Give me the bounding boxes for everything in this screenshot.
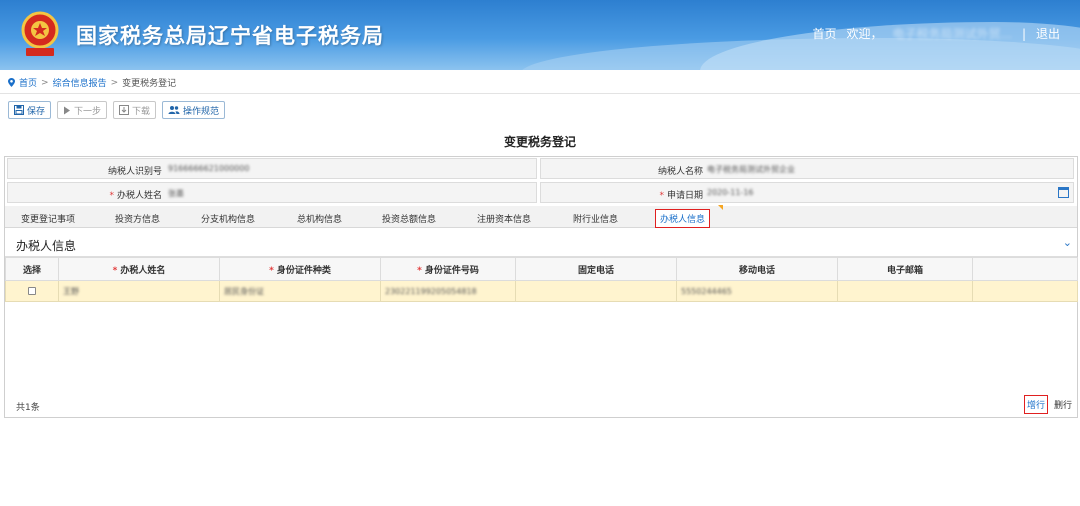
tab-change-items[interactable]: 变更登记事项 — [21, 212, 75, 225]
tab-registered-capital[interactable]: 注册资本信息 — [477, 212, 531, 225]
download-button[interactable]: 下载 — [113, 101, 157, 119]
column-header: 选择 — [5, 257, 59, 281]
tab-bar: 变更登记事项 投资方信息 分支机构信息 总机构信息 投资总额信息 注册资本信息 … — [5, 206, 1077, 228]
taxpayer-name-value: 电子税务局测试外贸企业 — [707, 165, 795, 174]
guide-label: 操作规范 — [183, 106, 220, 117]
users-icon — [168, 106, 180, 114]
table-cell[interactable] — [515, 280, 677, 302]
breadcrumb-separator: > — [41, 77, 49, 88]
table-row[interactable]: 王野 居民身份证 230221199205054818 5550244465 — [5, 280, 1078, 302]
column-header: * 办税人姓名 — [58, 257, 220, 281]
breadcrumb: 首页 > 综合信息报告 > 变更税务登记 — [8, 76, 176, 89]
table-cell[interactable] — [972, 280, 1078, 302]
breadcrumb-section[interactable]: 综合信息报告 — [53, 76, 107, 89]
column-header: * 身份证件种类 — [219, 257, 381, 281]
save-button[interactable]: 保存 — [8, 101, 52, 119]
tab-head-office[interactable]: 总机构信息 — [297, 212, 342, 225]
user-name: 电子税务局测试外贸... — [892, 27, 1012, 41]
collapse-chevron-icon[interactable]: ⌄ — [1063, 236, 1072, 249]
column-header: 电子邮箱 — [837, 257, 973, 281]
welcome-text: 欢迎， — [846, 27, 883, 41]
column-header: * 身份证件号码 — [380, 257, 516, 281]
play-icon — [64, 106, 71, 114]
agent-name-label: * 办税人姓名 — [109, 191, 162, 201]
agent-name-value: 张墨 — [168, 189, 184, 198]
column-header — [972, 257, 1078, 281]
apply-date-value: 2020-11-16 — [707, 188, 754, 197]
table-cell[interactable]: 230221199205054818 — [380, 280, 516, 302]
taxpayer-id-value: 9166666621000000 — [168, 164, 250, 173]
tab-investors[interactable]: 投资方信息 — [115, 212, 160, 225]
save-icon — [14, 105, 24, 115]
breadcrumb-home[interactable]: 首页 — [19, 76, 37, 89]
delete-row-button[interactable]: 删行 — [1054, 398, 1072, 411]
location-pin-icon — [8, 78, 15, 87]
column-header: 固定电话 — [515, 257, 677, 281]
download-label: 下载 — [132, 106, 151, 117]
site-title: 国家税务总局辽宁省电子税务局 — [76, 24, 384, 48]
info-row: 纳税人识别号 9166666621000000 纳税人名称 电子税务局测试外贸企… — [7, 158, 1075, 179]
download-icon — [119, 105, 130, 115]
taxpayer-id-field: 纳税人识别号 9166666621000000 — [7, 158, 537, 179]
taxpayer-name-field: 纳税人名称 电子税务局测试外贸企业 — [540, 158, 1074, 179]
section-title: 办税人信息 — [16, 239, 77, 253]
breadcrumb-current: 变更税务登记 — [122, 79, 177, 89]
taxpayer-name-label: 纳税人名称 — [657, 167, 703, 177]
calendar-icon[interactable] — [1058, 187, 1069, 198]
apply-date-label: * 申请日期 — [659, 191, 703, 201]
tab-marker-icon — [718, 205, 723, 210]
table-cell[interactable] — [837, 280, 973, 302]
row-select-cell[interactable] — [5, 280, 59, 302]
table-cell[interactable]: 王野 — [58, 280, 220, 302]
nav-separator: | — [1021, 26, 1026, 41]
tab-investment-total[interactable]: 投资总额信息 — [382, 212, 436, 225]
table-header-row: 选择 * 办税人姓名 * 身份证件种类 * 身份证件号码 固定电话 移动电话 电子邮箱 — [5, 257, 1078, 281]
header-nav: 首页 欢迎， 电子税务局测试外贸... | 退出 — [812, 25, 1060, 42]
header-banner: 国家税务总局辽宁省电子税务局 首页 欢迎， 电子税务局测试外贸... | 退出 — [0, 0, 1080, 70]
info-row: * 办税人姓名 张墨 * 申请日期 2020-11-16 — [7, 182, 1075, 203]
next-step-label: 下一步 — [74, 106, 102, 117]
guide-button[interactable]: 操作规范 — [162, 101, 226, 119]
table-cell[interactable]: 居民身份证 — [219, 280, 381, 302]
apply-date-field[interactable]: * 申请日期 2020-11-16 — [540, 182, 1074, 203]
tab-tax-agent[interactable]: 办税人信息 — [655, 209, 711, 228]
add-row-button[interactable]: 增行 — [1023, 395, 1048, 414]
logout-link[interactable]: 退出 — [1036, 25, 1060, 42]
agent-name-field[interactable]: * 办税人姓名 张墨 — [7, 182, 537, 203]
table-cell[interactable]: 5550244465 — [676, 280, 838, 302]
form-title: 变更税务登记 — [503, 135, 576, 149]
record-count: 共1条 — [16, 403, 40, 413]
next-step-button[interactable]: 下一步 — [57, 101, 108, 119]
tab-industry[interactable]: 附行业信息 — [573, 212, 618, 225]
row-checkbox[interactable] — [28, 287, 36, 295]
tax-agent-table: 选择 * 办税人姓名 * 身份证件种类 * 身份证件号码 固定电话 移动电话 电子邮箱… — [5, 257, 1078, 302]
divider — [0, 93, 1080, 94]
tax-emblem-icon — [21, 11, 59, 56]
taxpayer-id-label: 纳税人识别号 — [107, 167, 162, 177]
tab-branches[interactable]: 分支机构信息 — [201, 212, 255, 225]
column-header: 移动电话 — [676, 257, 838, 281]
toolbar: 保存 下一步 下载 操作规范 — [8, 101, 226, 119]
home-link[interactable]: 首页 — [812, 25, 836, 42]
save-label: 保存 — [27, 106, 46, 117]
breadcrumb-separator: > — [110, 77, 119, 88]
row-actions: 增行 删行 — [1023, 395, 1072, 414]
